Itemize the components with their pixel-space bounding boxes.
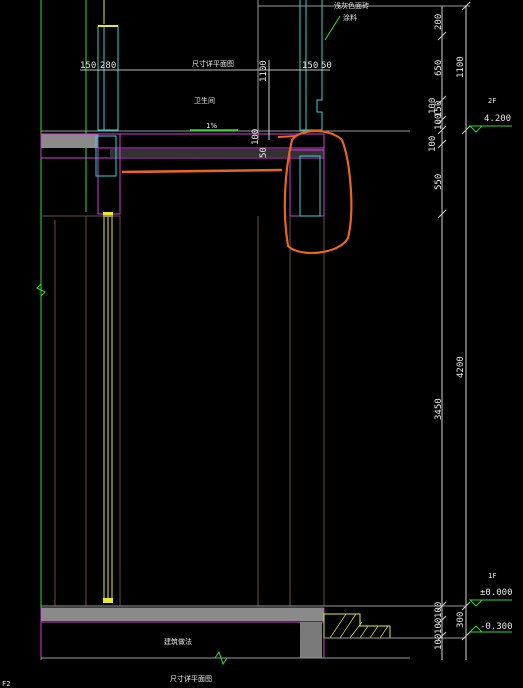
right-dim-5: 100 (428, 136, 438, 152)
beam-left (97, 133, 121, 215)
top-dim-right-a: 150 (302, 61, 318, 71)
ground-grey-right (300, 622, 322, 658)
slope-text: 1% (206, 122, 217, 130)
top-dim-right-b: 50 (321, 61, 332, 71)
far-right-dim-1: 4200 (456, 356, 466, 378)
beam-right (289, 149, 325, 217)
level-value-outside: -0.300 (480, 622, 513, 632)
right-dim-1: 650 (434, 60, 444, 76)
markup-line (121, 168, 283, 174)
ground-grey-fill (41, 608, 324, 621)
level-tag-2f: 2F (488, 97, 496, 105)
level-tag-1f: 1F (488, 572, 496, 580)
beam-right-inner (299, 155, 321, 217)
right-dim-0: 200 (434, 14, 444, 30)
right-dim-8: 100 (434, 602, 444, 618)
right-dim-6: 550 (434, 174, 444, 190)
hatch-1 (329, 613, 347, 639)
right-dim-7: 3450 (434, 398, 444, 420)
exterior-step-hatch (323, 613, 391, 639)
base-label: 建筑做法 (164, 637, 192, 646)
right-dim-10: 100 (434, 634, 444, 650)
callout-leader (324, 15, 341, 41)
hatch-6 (379, 625, 389, 639)
inner-dim-0: 1100 (259, 60, 269, 82)
right-dim-4: 150 (434, 101, 444, 117)
level-value-2f: 4.200 (484, 114, 511, 124)
callout-label-1: 浅灰色面砖 (334, 1, 369, 10)
level-marker-1f (468, 599, 484, 607)
right-dim-9: 100 (434, 618, 444, 634)
slab-grey-band (41, 134, 98, 148)
inner-dim-1: 100 (251, 129, 261, 145)
section-label-top: 尺寸详平面图 (192, 59, 234, 68)
window-bottom-cap (103, 598, 113, 603)
far-right-dim-2: 300 (456, 612, 466, 628)
hatch-5 (369, 625, 379, 639)
room-label: 卫生间 (194, 96, 215, 105)
callout-label-2: 涂料 (343, 13, 357, 22)
upper-wall-left (97, 25, 119, 131)
hatch-3 (349, 621, 363, 639)
section-label-bottom: 尺寸详平面图 (170, 674, 212, 683)
hatch-2 (339, 613, 357, 639)
top-dim-left-b: 280 (100, 61, 116, 71)
cad-drawing-canvas: 150 280 150 50 尺寸详平面图 浅灰色面砖 涂料 卫生间 1% 建筑… (0, 0, 523, 688)
hatch-4 (359, 625, 369, 639)
footer-text: F2 (2, 680, 10, 688)
section-drawing: 150 280 150 50 尺寸详平面图 浅灰色面砖 涂料 卫生间 1% 建筑… (2, 0, 513, 688)
level-value-1f: ±0.000 (480, 588, 513, 598)
markup-tick (277, 135, 297, 138)
far-right-dim-0: 1100 (456, 56, 466, 78)
level-marker-2f (468, 125, 484, 133)
top-dim-left-a: 150 (80, 61, 96, 71)
inner-dim-2: 50 (259, 147, 269, 158)
